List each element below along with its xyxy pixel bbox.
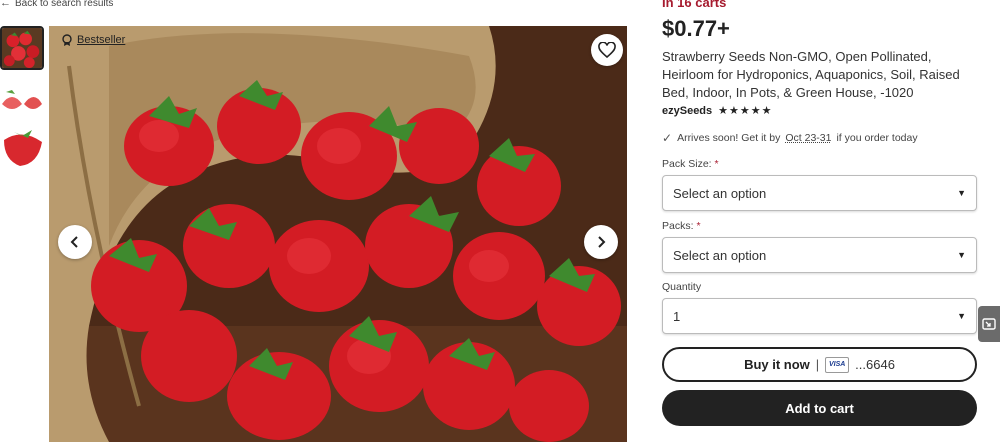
expand-icon [982, 318, 996, 330]
visa-card-icon: VISA [825, 356, 850, 373]
product-image-viewer: Bestseller [49, 26, 627, 442]
packs-select[interactable]: Select an option ▼ [662, 237, 977, 273]
bestseller-badge[interactable]: Bestseller [61, 34, 125, 46]
price: $0.77+ [662, 16, 730, 41]
bestseller-label: Bestseller [77, 34, 126, 46]
chevron-left-icon [70, 236, 78, 248]
product-title: Strawberry Seeds Non-GMO, Open Pollinate… [662, 49, 960, 100]
favorite-button[interactable] [591, 34, 623, 66]
single-strawberry-thumbnail-image [0, 122, 44, 166]
side-feedback-tab[interactable] [978, 306, 1000, 342]
chevron-right-icon [598, 236, 606, 248]
strawberry-halves-thumbnail-image [0, 74, 44, 118]
buy-it-now-button[interactable]: Buy it now | VISA ...6646 [662, 347, 977, 382]
delivery-estimate: ✓ Arrives soon! Get it by Oct 23-31 if y… [662, 131, 918, 145]
pack-size-label: Pack Size: * [662, 158, 719, 170]
heart-icon [598, 42, 616, 58]
card-number: ...6646 [855, 357, 895, 372]
medal-icon [62, 34, 72, 46]
caret-down-icon: ▼ [957, 250, 966, 260]
thumbnail-strip [0, 26, 46, 170]
add-to-cart-button[interactable]: Add to cart [662, 390, 977, 426]
packs-label-text: Packs: [662, 220, 694, 232]
packs-label: Packs: * [662, 220, 701, 232]
next-image-button[interactable] [584, 225, 618, 259]
caret-down-icon: ▼ [957, 311, 966, 321]
quantity-label-text: Quantity [662, 281, 702, 293]
quantity-label: Quantity [662, 281, 701, 293]
required-marker: * [714, 158, 719, 170]
pack-size-value: Select an option [673, 185, 767, 201]
previous-image-button[interactable] [58, 225, 92, 259]
arrives-prefix: Arrives soon! Get it by [677, 132, 781, 144]
pack-size-label-text: Pack Size: [662, 158, 712, 170]
caret-down-icon: ▼ [957, 188, 966, 198]
quantity-select[interactable]: 1 ▼ [662, 298, 977, 334]
in-carts-notice: In 16 carts [662, 0, 727, 10]
strawberry-thumbnail-image [2, 28, 42, 68]
quantity-value: 1 [673, 308, 681, 324]
arrives-suffix: if you order today [836, 132, 918, 144]
thumbnail-1[interactable] [0, 26, 44, 70]
strawberries-in-burlap-photo [49, 26, 627, 442]
required-marker: * [696, 220, 701, 232]
arrow-left-icon: ← [0, 0, 11, 9]
buy-now-label: Buy it now [744, 357, 810, 372]
seller-name[interactable]: ezySeeds [662, 105, 712, 117]
back-link-label: Back to search results [15, 0, 114, 9]
pack-size-select[interactable]: Select an option ▼ [662, 175, 977, 211]
rating-stars[interactable]: ★★★★★ [718, 104, 772, 117]
thumbnail-3[interactable] [0, 122, 44, 166]
arrival-dates[interactable]: Oct 23-31 [785, 132, 831, 144]
seller-row: ezySeeds ★★★★★ [662, 104, 772, 118]
check-icon: ✓ [662, 131, 673, 145]
back-to-search-link[interactable]: ← Back to search results [0, 0, 113, 10]
separator: | [815, 357, 820, 372]
add-to-cart-label: Add to cart [785, 400, 854, 416]
packs-value: Select an option [673, 247, 767, 263]
thumbnail-2[interactable] [0, 74, 44, 118]
